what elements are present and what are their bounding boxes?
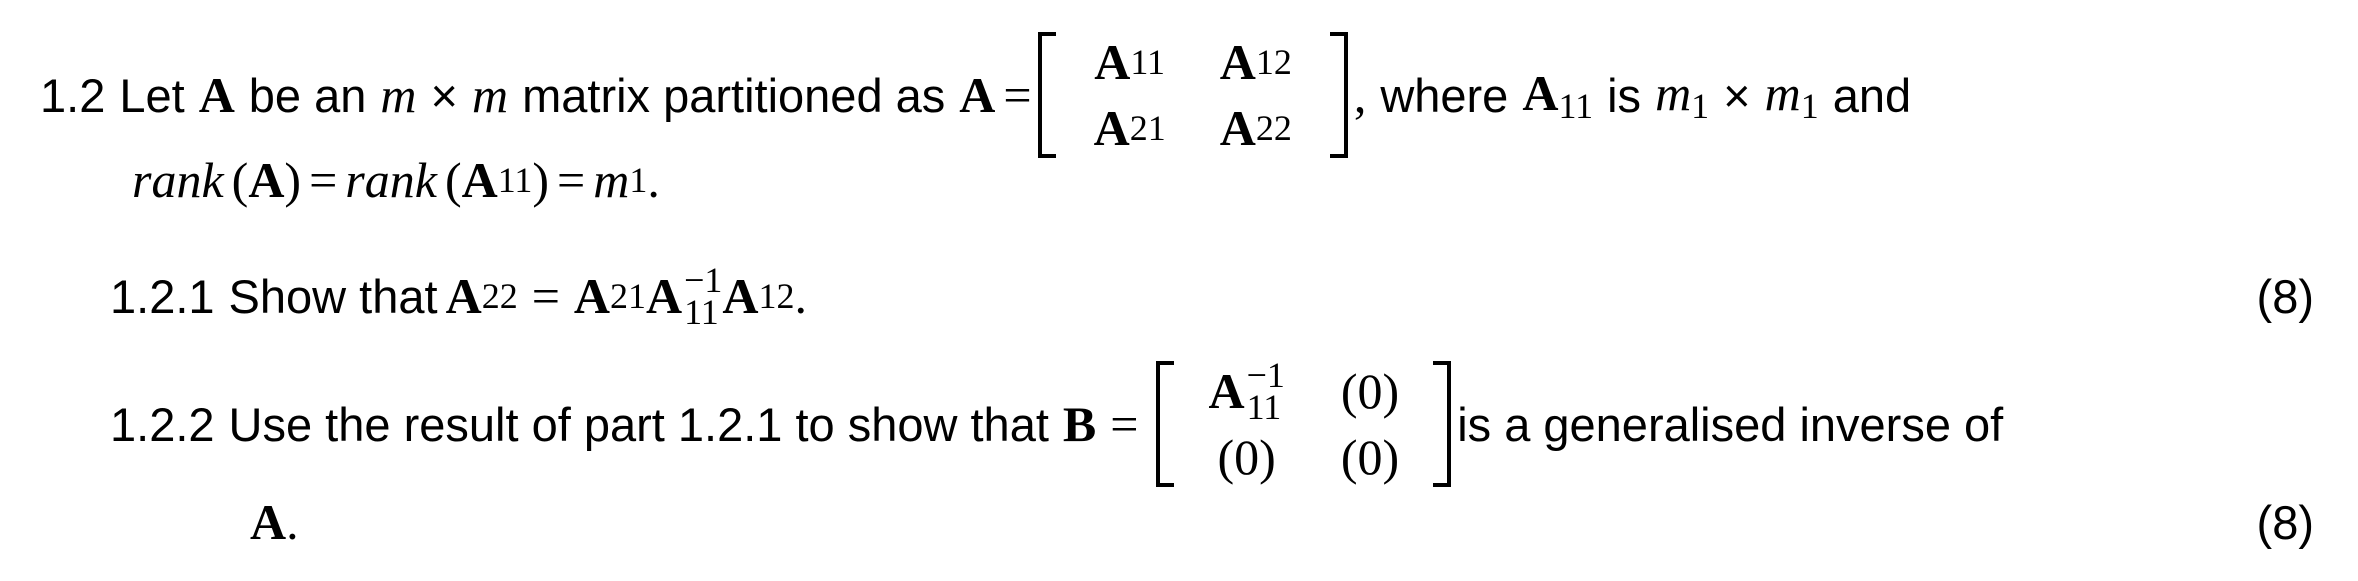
right-bracket [1329,32,1348,158]
question-number: 1.2 [40,68,106,122]
marks-label: (8) [2256,495,2314,549]
left-bracket [1156,361,1175,487]
var-m: m [471,67,509,123]
matrix-symbol-a: A [722,268,759,324]
equals-sign: = [1003,67,1032,123]
var-m: m [380,67,417,123]
period: . [286,494,299,550]
paren: ) [284,152,302,208]
paren: ( [444,152,462,208]
part-1-2-2-continuation: A. (8) [250,490,2358,554]
rank-text: rank [132,152,224,208]
block-a11: A 11 [1094,34,1166,90]
block-zero: (0) [1217,429,1276,485]
subscript: 21 [610,276,646,316]
rank-condition: rank (A) = rank (A 11) = m1. [132,148,660,212]
equals-sign: = [557,152,586,208]
equals-sign: = [309,152,338,208]
part-number: 1.2.1 [110,269,215,323]
equals-sign: = [1110,396,1139,452]
part-number: 1.2.2 [110,397,215,451]
part-1-2-2: 1.2.2 Use the result of part 1.2.1 to sh… [110,354,2358,494]
matrix-symbol-a: A [461,152,498,208]
matrix-symbol-a: A [573,268,610,324]
subscript: 22 [481,276,518,316]
var-m: m [593,152,630,208]
partitioned-matrix-a: A 11 A 12 A 21 A 22 [1037,31,1348,159]
comma: , [1353,67,1367,123]
paren: ( [231,152,249,208]
block-a22: A 22 [1219,100,1292,156]
matrix-symbol-a: A [445,268,482,324]
intro-text-be-an: be an [248,68,367,122]
marks-label: (8) [2256,269,2314,323]
rank-text: rank [345,152,437,208]
equals-sign: = [531,268,560,324]
times-sign: × [430,68,458,122]
block-a21: A 21 [1093,100,1166,156]
subscript: 12 [758,276,795,316]
block-a12: A 12 [1219,34,1292,90]
intro-text-and: and [1832,68,1912,122]
block-zero: (0) [1340,429,1400,485]
matrix-b: A −1 11 (0) (0) (0) [1156,355,1452,488]
part-1-2-1: 1.2.1 Show that A 22 = A 21 A −1 11 A 12. (8) [110,256,2358,336]
subscript: 11 [497,160,533,200]
block-a11-ref: A11 [1522,64,1594,126]
part-text-after: is a generalised inverse of [1457,397,2004,451]
matrix-symbol-a: A [959,67,996,123]
matrix-symbol-a: A [250,494,287,550]
part-text: Use the result of part 1.2.1 to show tha… [228,397,1049,451]
inverse-script: −1 11 [684,260,723,332]
var-m1: m1 [1655,64,1710,126]
var-m1: m1 [1764,64,1819,126]
right-bracket [1433,361,1452,487]
matrix-symbol-a: A [248,152,285,208]
subscript: 1 [629,160,648,200]
matrix-symbol-a: A [646,268,683,324]
period: . [794,268,808,324]
times-sign: × [1723,68,1751,122]
part-text: Show that [228,269,438,323]
period: . [647,152,660,208]
matrix-symbol-b: B [1062,396,1097,452]
intro-text-is: is [1607,68,1642,122]
block-zero: (0) [1340,363,1400,419]
left-bracket [1037,32,1056,158]
intro-text-where: where [1380,68,1509,122]
intro-text-partitioned: matrix partitioned as [522,68,946,122]
block-a11-inverse: A −1 11 [1208,355,1285,427]
matrix-symbol-a: A [198,67,235,123]
paren: ) [532,152,550,208]
intro-text-let: Let [119,68,185,122]
question-1-2-intro: 1.2 Let A be an m × m matrix partitioned… [40,30,1911,160]
